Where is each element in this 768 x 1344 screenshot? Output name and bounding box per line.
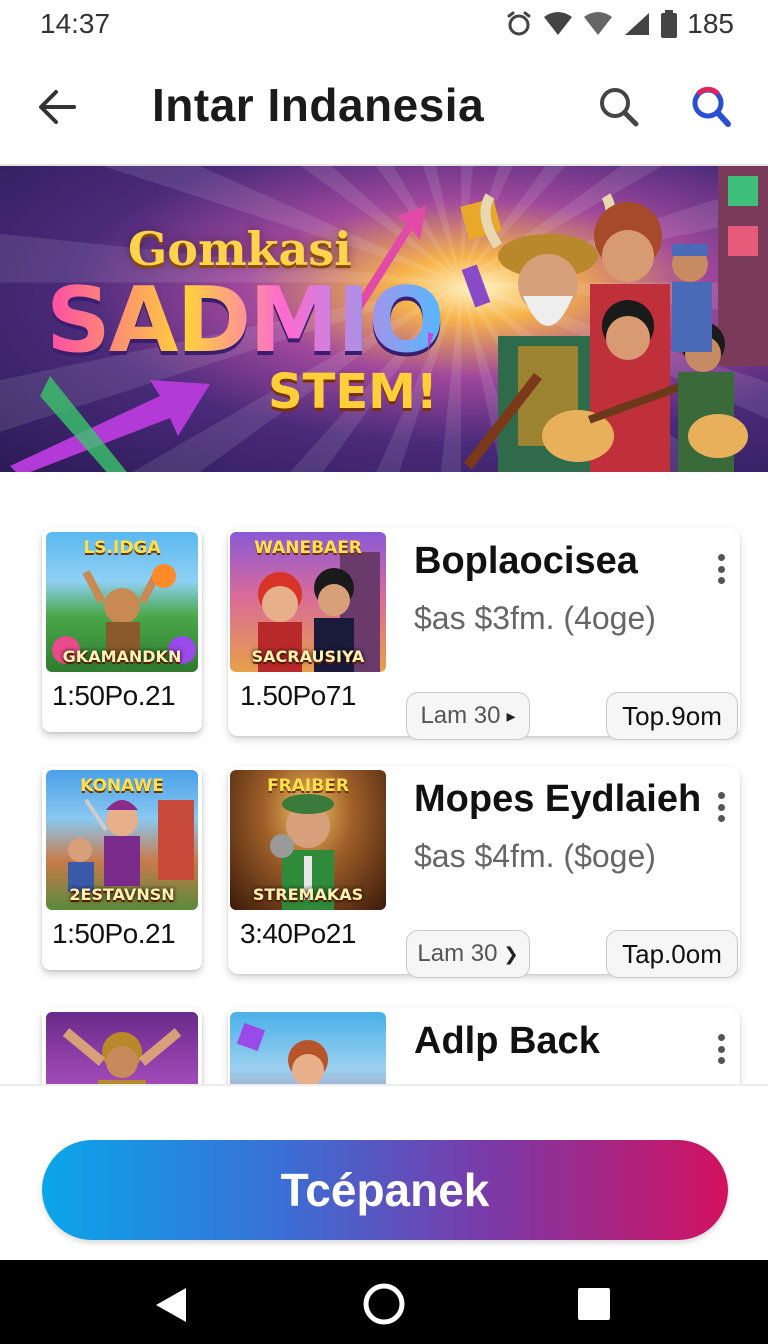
alarm-icon bbox=[507, 11, 531, 36]
signal-icon bbox=[584, 12, 613, 35]
primary-cta-button[interactable]: Tcépanek bbox=[42, 1140, 728, 1240]
item-price: $as $3fm. (4oge) bbox=[414, 600, 656, 636]
thumbnail-caption: 3:40Po21 bbox=[240, 918, 356, 949]
page-title: Intar Indanesia bbox=[152, 79, 485, 131]
top-button-label: Top.9om bbox=[622, 700, 722, 731]
promo-banner[interactable]: Gomkasi SADMIO STEM! bbox=[0, 166, 768, 472]
search-icon[interactable] bbox=[596, 84, 642, 130]
list-item-thumb-card[interactable]: LS.IDGA GKAMANDKN 1:50Po.21 bbox=[42, 528, 202, 732]
top-button[interactable]: Top.9om bbox=[606, 692, 738, 740]
top-button-label: Tap.0om bbox=[622, 938, 722, 969]
thumbnail-caption: 1.50Po71 bbox=[240, 680, 356, 711]
status-time: 14:37 bbox=[40, 8, 111, 39]
thumbnail-caption: 1:50Po.21 bbox=[52, 680, 176, 711]
lam-button[interactable]: Lam 30 ▸ bbox=[406, 692, 530, 740]
thumbnail-image: WANEBAER SACRAUSIYA bbox=[230, 532, 386, 672]
nav-back-icon[interactable] bbox=[154, 1286, 188, 1324]
wifi-icon bbox=[544, 12, 573, 35]
item-title: Mopes Eydlaieh bbox=[414, 778, 702, 820]
chevron-right-icon: ❯ bbox=[503, 943, 519, 964]
thumbnail-title: KONAWE bbox=[80, 776, 164, 796]
app-screen: 14:37 185 Intar Indanesia Gomkasi SADMIO… bbox=[0, 0, 768, 1344]
thumbnail-image: KONAWE 2ESTAVNSN bbox=[46, 770, 198, 910]
more-options-icon[interactable] bbox=[706, 786, 736, 828]
thumbnail-subtitle: STREMAKAS bbox=[252, 885, 364, 904]
battery-icon bbox=[661, 10, 678, 38]
item-price: $as $4fm. ($oge) bbox=[414, 838, 656, 874]
more-options-icon[interactable] bbox=[706, 1028, 736, 1070]
item-title: Adlp Back bbox=[414, 1020, 600, 1062]
thumbnail-title: LS.IDGA bbox=[83, 538, 161, 558]
thumbnail-title: FRAIBER bbox=[267, 776, 349, 796]
banner-characters-illustration bbox=[428, 166, 768, 472]
thumbnail-image: LS.IDGA GKAMANDKN bbox=[46, 532, 198, 672]
primary-cta-label: Tcépanek bbox=[280, 1164, 490, 1216]
lam-button-label: Lam 30 bbox=[420, 702, 501, 729]
list-item-thumb-card[interactable]: KONAWE 2ESTAVNSN 1:50Po.21 bbox=[42, 766, 202, 970]
more-options-icon[interactable] bbox=[706, 548, 736, 590]
thumbnail-subtitle: SACRAUSIYA bbox=[251, 647, 365, 666]
battery-level: 185 bbox=[687, 8, 734, 39]
status-bar: 14:37 185 bbox=[0, 0, 768, 48]
nav-home-icon[interactable] bbox=[362, 1282, 406, 1326]
thumbnail-subtitle: 2ESTAVNSN bbox=[69, 885, 175, 904]
thumbnail-subtitle: GKAMANDKN bbox=[62, 647, 182, 666]
search-colored-icon[interactable] bbox=[688, 84, 734, 130]
lam-button-label: Lam 30 bbox=[417, 940, 498, 967]
thumbnail-title: WANEBAER bbox=[254, 538, 362, 558]
thumbnail-caption: 1:50Po.21 bbox=[52, 918, 176, 949]
nav-recent-apps-icon[interactable] bbox=[578, 1288, 610, 1320]
status-icons: 185 bbox=[505, 8, 734, 40]
banner-headline-2: SADMIO bbox=[46, 268, 445, 373]
signal-bars-icon bbox=[625, 13, 650, 35]
top-button[interactable]: Tap.0om bbox=[606, 930, 738, 978]
thumbnail-image: FRAIBER STREMAKAS bbox=[230, 770, 386, 910]
bottom-divider bbox=[0, 1084, 768, 1086]
banner-headline-3: STEM! bbox=[268, 364, 438, 420]
list-item[interactable]: WANEBAER SACRAUSIYA 1.50Po71 Boplaocisea… bbox=[228, 528, 740, 740]
mic-decoration bbox=[461, 264, 491, 308]
item-title: Boplaocisea bbox=[414, 540, 638, 582]
lam-button[interactable]: Lam 30 ❯ bbox=[406, 930, 530, 978]
app-bar: Intar Indanesia bbox=[0, 56, 768, 156]
cap-character bbox=[672, 244, 712, 352]
chevron-right-icon: ▸ bbox=[506, 705, 516, 726]
banner-arrow-decoration bbox=[10, 376, 210, 472]
arrow-left-icon[interactable] bbox=[34, 84, 80, 130]
list-item[interactable]: FRAIBER STREMAKAS 3:40Po21 Mopes Eydlaie… bbox=[228, 766, 740, 978]
system-navigation-bar bbox=[0, 1260, 768, 1344]
